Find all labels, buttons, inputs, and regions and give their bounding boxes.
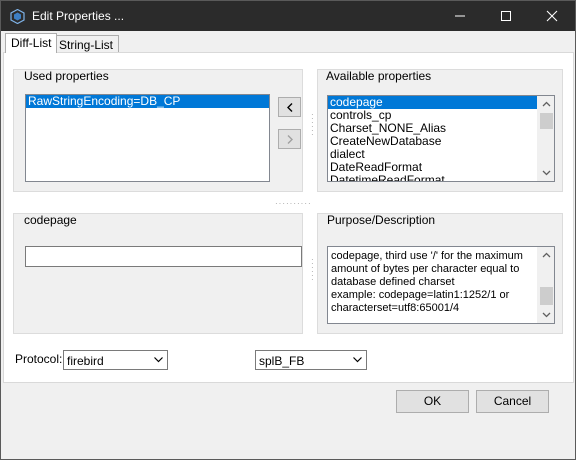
used-properties-label: Used properties <box>24 69 109 83</box>
tab-string-list[interactable]: String-List <box>53 35 120 53</box>
tab-panel: Used properties RawStringEncoding=DB_CP … <box>3 52 574 383</box>
protocol-value: firebird <box>67 354 104 368</box>
purpose-scrollbar[interactable] <box>537 247 554 323</box>
scroll-up-icon[interactable] <box>542 100 551 109</box>
purpose-label: Purpose/Description <box>327 213 436 227</box>
app-icon <box>10 8 25 25</box>
tab-diff-list[interactable]: Diff-List <box>5 33 58 53</box>
value-section-label: codepage <box>24 213 77 227</box>
library-select[interactable]: splB_FB <box>255 350 367 370</box>
purpose-description-content: codepage, third use '/' for the maximum … <box>331 250 523 314</box>
close-button[interactable] <box>529 1 575 31</box>
purpose-description-text[interactable]: codepage, third use '/' for the maximum … <box>327 246 555 324</box>
used-properties-group: Used properties RawStringEncoding=DB_CP <box>13 69 303 192</box>
available-properties-group: Available properties codepage controls_c… <box>317 69 563 192</box>
tab-string-list-label: String-List <box>59 38 114 52</box>
chevron-down-icon <box>154 357 163 363</box>
edit-properties-window: Edit Properties ... Diff-List String-Lis… <box>0 0 576 460</box>
available-list-scrollbar[interactable] <box>537 96 554 181</box>
chevron-left-icon <box>287 103 293 112</box>
minimize-button[interactable] <box>437 1 483 31</box>
close-icon <box>546 10 558 22</box>
scroll-up-icon[interactable] <box>542 251 551 260</box>
used-property-item[interactable]: RawStringEncoding=DB_CP <box>26 95 269 108</box>
used-properties-list[interactable]: RawStringEncoding=DB_CP <box>25 94 270 182</box>
chevron-down-icon <box>353 357 362 363</box>
tab-strip: Diff-List String-List <box>3 33 575 53</box>
vertical-splitter-top[interactable]: ······ <box>311 111 315 139</box>
available-properties-label: Available properties <box>326 69 432 83</box>
protocol-label: Protocol: <box>15 352 63 366</box>
minimize-icon <box>455 15 465 17</box>
title-bar[interactable]: Edit Properties ... <box>1 1 575 31</box>
tab-diff-list-label: Diff-List <box>11 36 52 50</box>
available-property-item[interactable]: DatetimeReadFormat <box>328 174 554 182</box>
remove-property-button[interactable] <box>278 129 301 149</box>
value-group: codepage <box>13 213 303 334</box>
add-property-button[interactable] <box>278 97 301 117</box>
purpose-group: Purpose/Description codepage, third use … <box>317 213 563 334</box>
window-title: Edit Properties ... <box>32 9 125 23</box>
property-value-input[interactable] <box>25 246 302 267</box>
vertical-splitter-bottom[interactable]: ······ <box>311 256 315 284</box>
scroll-thumb[interactable] <box>540 287 553 305</box>
maximize-button[interactable] <box>483 1 529 31</box>
protocol-select[interactable]: firebird <box>63 350 168 370</box>
maximize-icon <box>501 11 511 21</box>
scroll-down-icon[interactable] <box>542 168 551 177</box>
available-properties-list[interactable]: codepage controls_cp Charset_NONE_Alias … <box>327 95 555 182</box>
scroll-down-icon[interactable] <box>542 310 551 319</box>
horizontal-splitter[interactable]: ·········· <box>275 199 312 208</box>
ok-button[interactable]: OK <box>396 390 469 413</box>
scroll-thumb[interactable] <box>540 113 553 129</box>
cancel-button[interactable]: Cancel <box>476 390 549 413</box>
chevron-right-icon <box>287 135 293 144</box>
library-value: splB_FB <box>259 354 305 368</box>
